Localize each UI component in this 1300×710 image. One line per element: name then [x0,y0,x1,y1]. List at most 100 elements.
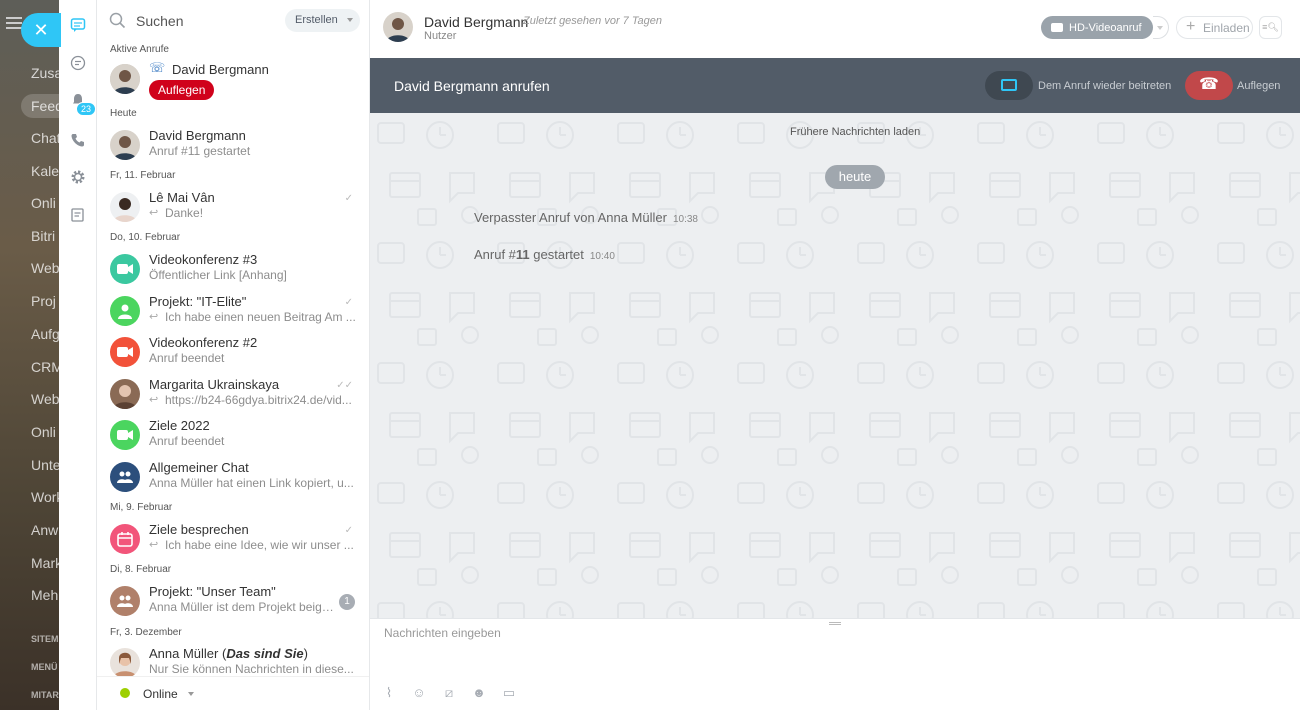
hangup-phone-icon: ☎ [1199,76,1219,93]
message-text-bold: 11 [515,247,530,262]
chat-item[interactable]: Ziele besprechen ↩ Ich habe eine Idee, w… [97,520,369,560]
chat-bubble-icon[interactable] [68,15,88,35]
bg-menu-section: SITEM [31,634,59,644]
chat-item[interactable]: Videokonferenz #3 Öffentlicher Link [Anh… [97,250,369,290]
bg-menu-item[interactable]: Anw [31,522,60,538]
hangup-button[interactable]: Auflegen [149,80,215,100]
message-input[interactable]: Nachrichten eingeben [384,626,501,640]
reply-arrow-icon: ↩ [149,311,159,323]
general-chat-icon [110,462,140,492]
chat-last-message: Nur Sie können Nachrichten in diese... [149,662,354,676]
settings-gear-icon[interactable] [68,167,88,187]
bg-menu-item[interactable]: Web [31,260,60,276]
chat-last-message: https://b24-66gdya.bitrix24.de/vid... [165,393,352,407]
hd-video-call-button[interactable]: HD-Videoanruf [1041,16,1169,39]
bg-menu-item[interactable]: Onli [31,195,60,211]
load-earlier-messages-link[interactable]: Frühere Nachrichten laden [790,126,920,138]
bg-menu-item[interactable]: Onli [31,424,60,440]
section-header: Aktive Anrufe [110,44,169,55]
project-group-icon [110,296,140,326]
attach-file-icon[interactable]: ⌇ [382,686,396,700]
menu-burger-icon[interactable] [6,17,22,29]
chat-last-message: Anna Müller ist dem Projekt beige... [149,600,335,614]
chat-item[interactable]: Lê Mai Vân ↩ Danke! ✓ [97,188,369,228]
dialog-header: David Bergmann Zuletzt gesehen vor 7 Tag… [370,0,1300,58]
chat-name-you: Das sind Sie [226,646,304,661]
chat-item[interactable]: Allgemeiner Chat Anna Müller hat einen L… [97,458,369,498]
bg-menu-item[interactable]: Unte [31,457,60,473]
dialog-title[interactable]: David Bergmann [424,14,528,30]
chat-last-message: Anruf beendet [149,434,225,448]
section-header: Do, 10. Februar [110,232,181,243]
open-lines-icon[interactable] [68,53,88,73]
invite-button[interactable]: + Einladen [1176,16,1253,39]
active-call-bar: David Bergmann anrufen Dem Anruf wieder … [370,58,1300,113]
chat-item[interactable]: Ziele 2022 Anruf beendet [97,416,369,456]
chat-name: Projekt: "IT-Elite" [149,294,247,309]
message-text: Anruf # [474,247,516,262]
active-call-item[interactable]: ☏ David Bergmann Auflegen [97,60,369,104]
online-status-icon [120,688,130,698]
section-header: Fr, 3. Dezember [110,627,182,638]
resize-handle[interactable] [829,622,841,625]
bg-menu-item[interactable]: CRM [31,359,60,375]
chat-last-message: Anna Müller hat einen Link kopiert, u... [149,476,354,490]
chat-item[interactable]: Projekt: "IT-Elite" ↩ Ich habe einen neu… [97,292,369,332]
close-messenger-button[interactable]: ✕ [21,13,61,47]
chat-item[interactable]: David Bergmann Anruf #11 gestartet [97,126,369,166]
chat-item[interactable]: Videokonferenz #2 Anruf beendet [97,333,369,373]
bg-menu-item[interactable]: Proj [31,293,60,309]
bg-menu-item[interactable]: Zusa [31,65,60,81]
last-seen-text: Zuletzt gesehen vor 7 Tagen [523,15,663,27]
unread-counter-badge: 1 [339,594,355,610]
bg-menu-item[interactable]: Kale [31,163,60,179]
create-button[interactable]: Erstellen [285,9,360,32]
chat-name: Projekt: "Unser Team" [149,584,276,599]
chat-name: David Bergmann [149,128,246,143]
bg-menu-section: MENÜ [31,662,58,672]
hangup-phone-button[interactable]: ☎ [1185,71,1233,100]
quote-icon[interactable]: ▭ [502,686,516,700]
search-in-chat-icon[interactable]: ≡🔍︎ [1259,16,1282,39]
hd-video-call-label: HD-Videoanruf [1069,22,1142,34]
section-header: Fr, 11. Februar [110,170,176,181]
recent-list-icon[interactable] [68,205,88,225]
chat-last-message: Anruf beendet [149,351,225,365]
avatar [110,379,140,409]
notifications-count-badge: 23 [76,102,97,116]
rejoin-call-label[interactable]: Dem Anruf wieder beitreten [1038,80,1171,92]
bg-menu-item[interactable]: Chat [31,130,60,146]
avatar[interactable] [383,12,413,42]
chat-item[interactable]: Projekt: "Unser Team" Anna Müller ist de… [97,582,369,622]
message-time: 10:38 [672,214,698,225]
read-double-check-icon: ✓✓ [336,380,353,391]
mention-user-icon[interactable]: ☺ [412,686,426,700]
call-options-dropdown[interactable] [1153,16,1169,39]
bg-menu-item[interactable]: Bitri [31,228,60,244]
bg-menu-item[interactable]: Mark [31,555,60,571]
emoji-icon[interactable]: ☻ [472,686,486,700]
message-area: Frühere Nachrichten laden heute Verpasst… [370,113,1300,618]
rejoin-call-button[interactable] [985,71,1033,100]
section-header: Heute [110,108,137,119]
bg-menu-item[interactable]: Work [31,489,60,505]
recent-chats-panel: Suchen Erstellen Aktive Anrufe ☏ David B… [97,0,370,710]
hangup-label[interactable]: Auflegen [1237,80,1280,92]
avatar [110,130,140,160]
bg-menu-item[interactable]: Aufg [31,326,60,342]
chat-name: Videokonferenz #2 [149,335,258,350]
chat-name-prefix: Anna Müller ( [149,646,227,661]
status-label: Online [143,687,178,701]
user-status-selector[interactable]: Online [97,676,369,710]
video-camera-icon [1051,23,1063,32]
phone-icon[interactable] [68,130,88,150]
reply-arrow-icon: ↩ [149,539,159,551]
bg-menu-item-active[interactable]: Feed [21,94,60,118]
chat-name: Anna Müller (Das sind Sie) [149,646,308,661]
bg-menu-item[interactable]: Web [31,391,60,407]
chevron-down-icon [347,18,353,22]
chat-item[interactable]: Margarita Ukrainskaya ↩ https://b24-66gd… [97,375,369,415]
bg-menu-item[interactable]: Meh [31,587,60,603]
user-role: Nutzer [424,30,457,42]
command-icon[interactable]: ⧄ [442,686,456,700]
